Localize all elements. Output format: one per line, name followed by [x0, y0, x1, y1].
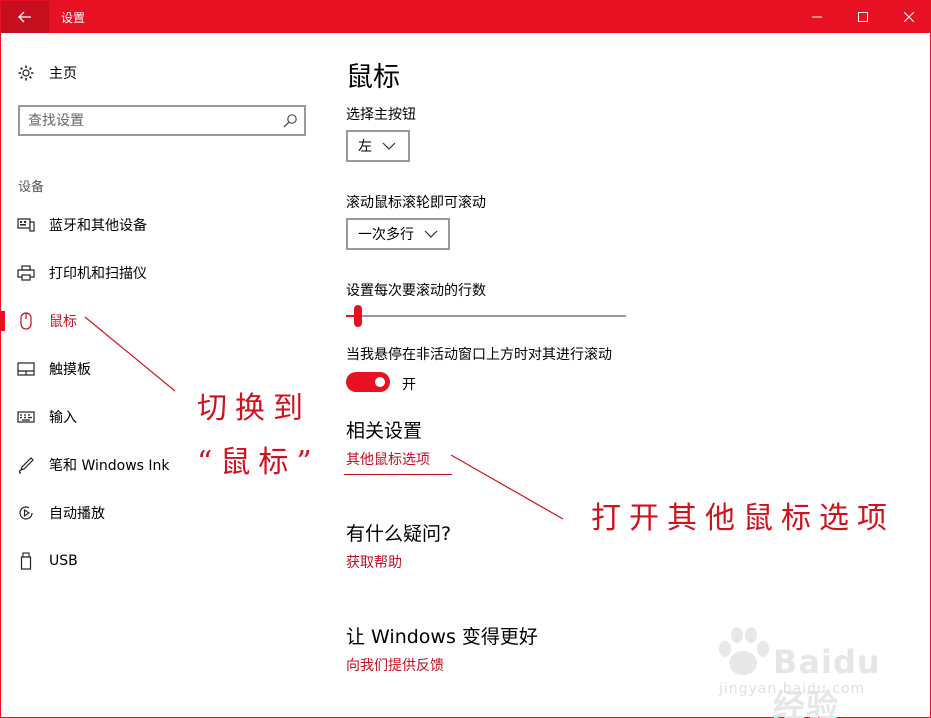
sidebar-item-label: 蓝牙和其他设备 [49, 218, 147, 234]
gear-icon [17, 64, 35, 82]
page-title: 鼠标 [346, 62, 400, 93]
toggle-knob [375, 377, 385, 387]
related-settings-heading: 相关设置 [346, 420, 423, 442]
watermark-url: jingyan.baidu.com [719, 681, 866, 697]
baidu-watermark: Baidu经验 jingyan.baidu.com [713, 621, 893, 718]
nav-home-label: 主页 [49, 66, 77, 82]
sidebar-item-usb[interactable]: USB [1, 543, 321, 579]
autoplay-icon [17, 504, 35, 522]
sidebar-item-label: 触摸板 [49, 362, 91, 378]
toggle-state: 开 [402, 377, 416, 393]
section-label-devices: 设备 [18, 180, 45, 195]
chevron-down-icon [424, 230, 438, 238]
back-arrow-icon [18, 11, 31, 23]
window-title: 设置 [61, 11, 86, 25]
search-icon[interactable] [282, 113, 298, 129]
touchpad-icon [17, 360, 35, 378]
get-help-link[interactable]: 获取帮助 [346, 552, 402, 572]
question-heading: 有什么疑问? [346, 523, 452, 545]
search-box[interactable] [18, 105, 306, 136]
chevron-down-icon [382, 142, 396, 150]
scroll-label: 滚动鼠标滚轮即可滚动 [346, 195, 486, 211]
sidebar-item-label: 打印机和扫描仪 [49, 266, 147, 282]
scroll-dropdown[interactable]: 一次多行 [346, 218, 450, 250]
sidebar-item-mouse[interactable]: 鼠标 [1, 303, 321, 339]
settings-window: 设置 主页 设备 蓝牙和其他设备 打印机和扫描仪 [0, 0, 931, 718]
maximize-button[interactable] [840, 1, 886, 33]
minimize-button[interactable] [794, 1, 840, 33]
close-icon [904, 12, 914, 22]
sidebar-item-label: USB [49, 553, 78, 569]
annotation-open-options: 打开其他鼠标选项 [591, 501, 895, 536]
sidebar-item-touchpad[interactable]: 触摸板 [1, 351, 321, 387]
minimize-icon [812, 16, 822, 18]
sidebar-item-label: 笔和 Windows Ink [49, 458, 170, 474]
additional-mouse-options-link[interactable]: 其他鼠标选项 [346, 449, 430, 469]
mouse-icon [17, 312, 35, 330]
lines-label: 设置每次要滚动的行数 [346, 283, 486, 299]
search-input[interactable] [28, 111, 268, 130]
sidebar-item-printers[interactable]: 打印机和扫描仪 [1, 255, 321, 291]
scroll-value: 一次多行 [358, 227, 414, 243]
devices-icon [17, 216, 35, 234]
sidebar-item-bluetooth[interactable]: 蓝牙和其他设备 [1, 207, 321, 243]
sidebar-item-label: 输入 [49, 410, 77, 426]
sidebar-item-label: 鼠标 [49, 314, 77, 330]
printer-icon [17, 264, 35, 282]
primary-button-value: 左 [358, 139, 372, 155]
link-underline [344, 474, 452, 475]
back-button[interactable] [1, 1, 49, 33]
lines-slider[interactable] [346, 305, 626, 327]
active-indicator [1, 311, 5, 331]
keyboard-icon [17, 408, 35, 426]
improve-heading: 让 Windows 变得更好 [346, 626, 538, 648]
nav-home[interactable]: 主页 [17, 61, 77, 85]
annotation-line-options [450, 454, 564, 520]
slider-thumb[interactable] [354, 305, 362, 327]
primary-button-dropdown[interactable]: 左 [346, 130, 410, 162]
sidebar-item-label: 自动播放 [49, 506, 105, 522]
inactive-scroll-label: 当我悬停在非活动窗口上方时对其进行滚动 [346, 347, 612, 363]
annotation-switch-line1: 切换到 [197, 391, 311, 426]
maximize-icon [858, 12, 868, 22]
paw-logo-icon [719, 627, 769, 675]
annotation-switch-line2: “鼠标” [197, 445, 320, 480]
primary-button-label: 选择主按钮 [346, 107, 416, 123]
sidebar-item-autoplay[interactable]: 自动播放 [1, 495, 321, 531]
slider-fill [346, 315, 354, 317]
feedback-link[interactable]: 向我们提供反馈 [346, 655, 444, 675]
usb-icon [17, 552, 35, 570]
inactive-scroll-toggle[interactable] [346, 372, 390, 392]
title-bar: 设置 [1, 1, 931, 33]
close-button[interactable] [886, 1, 931, 33]
pen-icon [17, 456, 35, 474]
